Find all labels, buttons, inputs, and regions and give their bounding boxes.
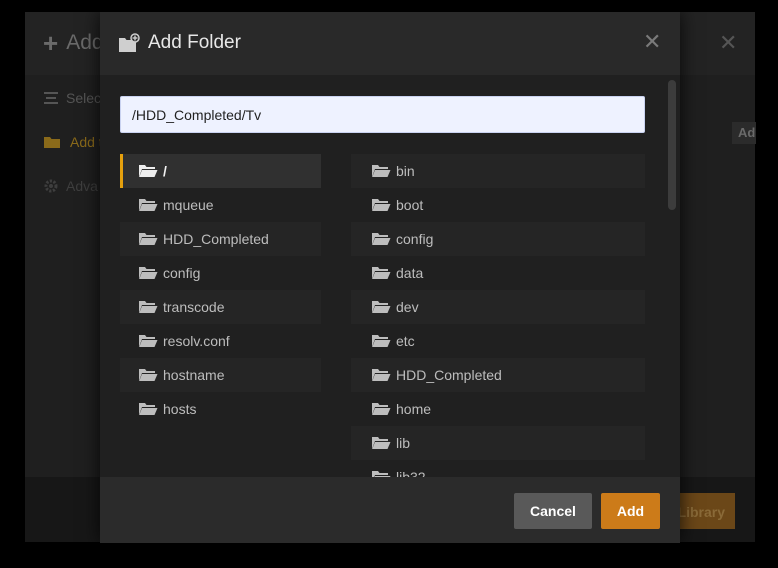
current-directory-list: / mqueue HDD_Completedconfig transcode resol… [120, 154, 321, 426]
background-close-icon: ✕ [719, 30, 738, 55]
background-side-item-label: Selec [66, 90, 102, 106]
background-side-item-select: Selec [44, 90, 101, 106]
folder-open-icon [139, 165, 158, 177]
folder-open-icon [139, 267, 158, 279]
directory-label: HDD_Completed [163, 231, 269, 247]
folder-icon [44, 136, 60, 148]
folder-open-icon [372, 437, 391, 449]
directory-label: transcode [163, 299, 225, 315]
add-folder-modal: Add Folder ✕ /mqueueHDD_Completedconfigt… [100, 12, 680, 543]
close-icon[interactable]: ✕ [643, 29, 661, 55]
directory-label: HDD_Completed [396, 367, 502, 383]
folder-open-icon [372, 335, 391, 347]
folder-open-icon [372, 199, 391, 211]
directory-label: / [163, 163, 167, 179]
current-directory-item[interactable]: HDD_Completed [120, 222, 321, 256]
directory-label: data [396, 265, 424, 281]
current-directory-item[interactable]: mqueue [120, 188, 321, 222]
directory-label: etc [396, 333, 415, 349]
directory-label: boot [396, 197, 424, 213]
subdirectory-item[interactable]: data [351, 256, 645, 290]
directory-label: hosts [163, 401, 197, 417]
subdirectory-list-viewport: bin boot config data dev etc HDD_Completedhome… [351, 154, 645, 477]
subdirectory-item[interactable]: etc [351, 324, 645, 358]
folder-open-icon [139, 301, 158, 313]
folder-add-icon [119, 33, 140, 52]
background-side-item-label: Add t [70, 134, 103, 150]
background-side-item-advanced: Adva [44, 178, 98, 194]
modal-title-text: Add Folder [148, 32, 241, 53]
folder-open-icon [372, 301, 391, 313]
scrollbar[interactable] [664, 75, 680, 477]
directory-label: lib32 [396, 469, 426, 477]
folder-open-icon [139, 335, 158, 347]
directory-label: mqueue [163, 197, 214, 213]
directory-label: config [396, 231, 434, 247]
background-edge-tag: Ad [732, 122, 756, 144]
folder-open-icon [139, 199, 158, 211]
folder-path-input[interactable] [120, 96, 645, 133]
folder-open-icon [372, 403, 391, 415]
directory-label: bin [396, 163, 415, 179]
cancel-button[interactable]: Cancel [514, 493, 592, 529]
current-directory-item[interactable]: transcode [120, 290, 321, 324]
background-dialog-title-text: Add [66, 31, 104, 54]
folder-open-icon [139, 233, 158, 245]
plus-icon: + [43, 28, 59, 58]
directory-label: dev [396, 299, 419, 315]
subdirectory-item[interactable]: HDD_Completed [351, 358, 645, 392]
modal-header: Add Folder ✕ [100, 12, 680, 75]
add-button[interactable]: Add [601, 493, 660, 529]
current-directory-item[interactable]: config [120, 256, 321, 290]
list-icon [44, 92, 58, 104]
subdirectory-item[interactable]: lib [351, 426, 645, 460]
folder-open-icon [372, 471, 391, 477]
background-side-item-add: Add t [44, 134, 103, 150]
subdirectory-list: bin boot config data dev etc HDD_Completedhome… [351, 154, 645, 477]
subdirectory-item[interactable]: lib32 [351, 460, 645, 477]
folder-open-icon [372, 267, 391, 279]
current-directory-item[interactable]: / [120, 154, 321, 188]
subdirectory-item[interactable]: home [351, 392, 645, 426]
subdirectory-item[interactable]: bin [351, 154, 645, 188]
folder-open-icon [139, 403, 158, 415]
directory-label: lib [396, 435, 411, 451]
scrollbar-thumb[interactable] [668, 80, 676, 210]
current-directory-item[interactable]: hostname [120, 358, 321, 392]
directory-label: home [396, 401, 432, 417]
current-directory-item[interactable]: resolv.conf [120, 324, 321, 358]
folder-open-icon [372, 165, 391, 177]
directory-label: resolv.conf [163, 333, 230, 349]
subdirectory-item[interactable]: config [351, 222, 645, 256]
background-side-item-label: Adva [66, 178, 98, 194]
folder-open-icon [139, 369, 158, 381]
subdirectory-item[interactable]: boot [351, 188, 645, 222]
directory-label: hostname [163, 367, 225, 383]
directory-label: config [163, 265, 201, 281]
background-dialog-title: + Add [43, 28, 104, 58]
current-directory-item[interactable]: hosts [120, 392, 321, 426]
modal-title: Add Folder [118, 32, 241, 54]
modal-footer: Cancel Add [100, 477, 680, 543]
folder-open-icon [372, 369, 391, 381]
folder-open-icon [372, 233, 391, 245]
gear-icon [44, 179, 58, 193]
subdirectory-item[interactable]: dev [351, 290, 645, 324]
